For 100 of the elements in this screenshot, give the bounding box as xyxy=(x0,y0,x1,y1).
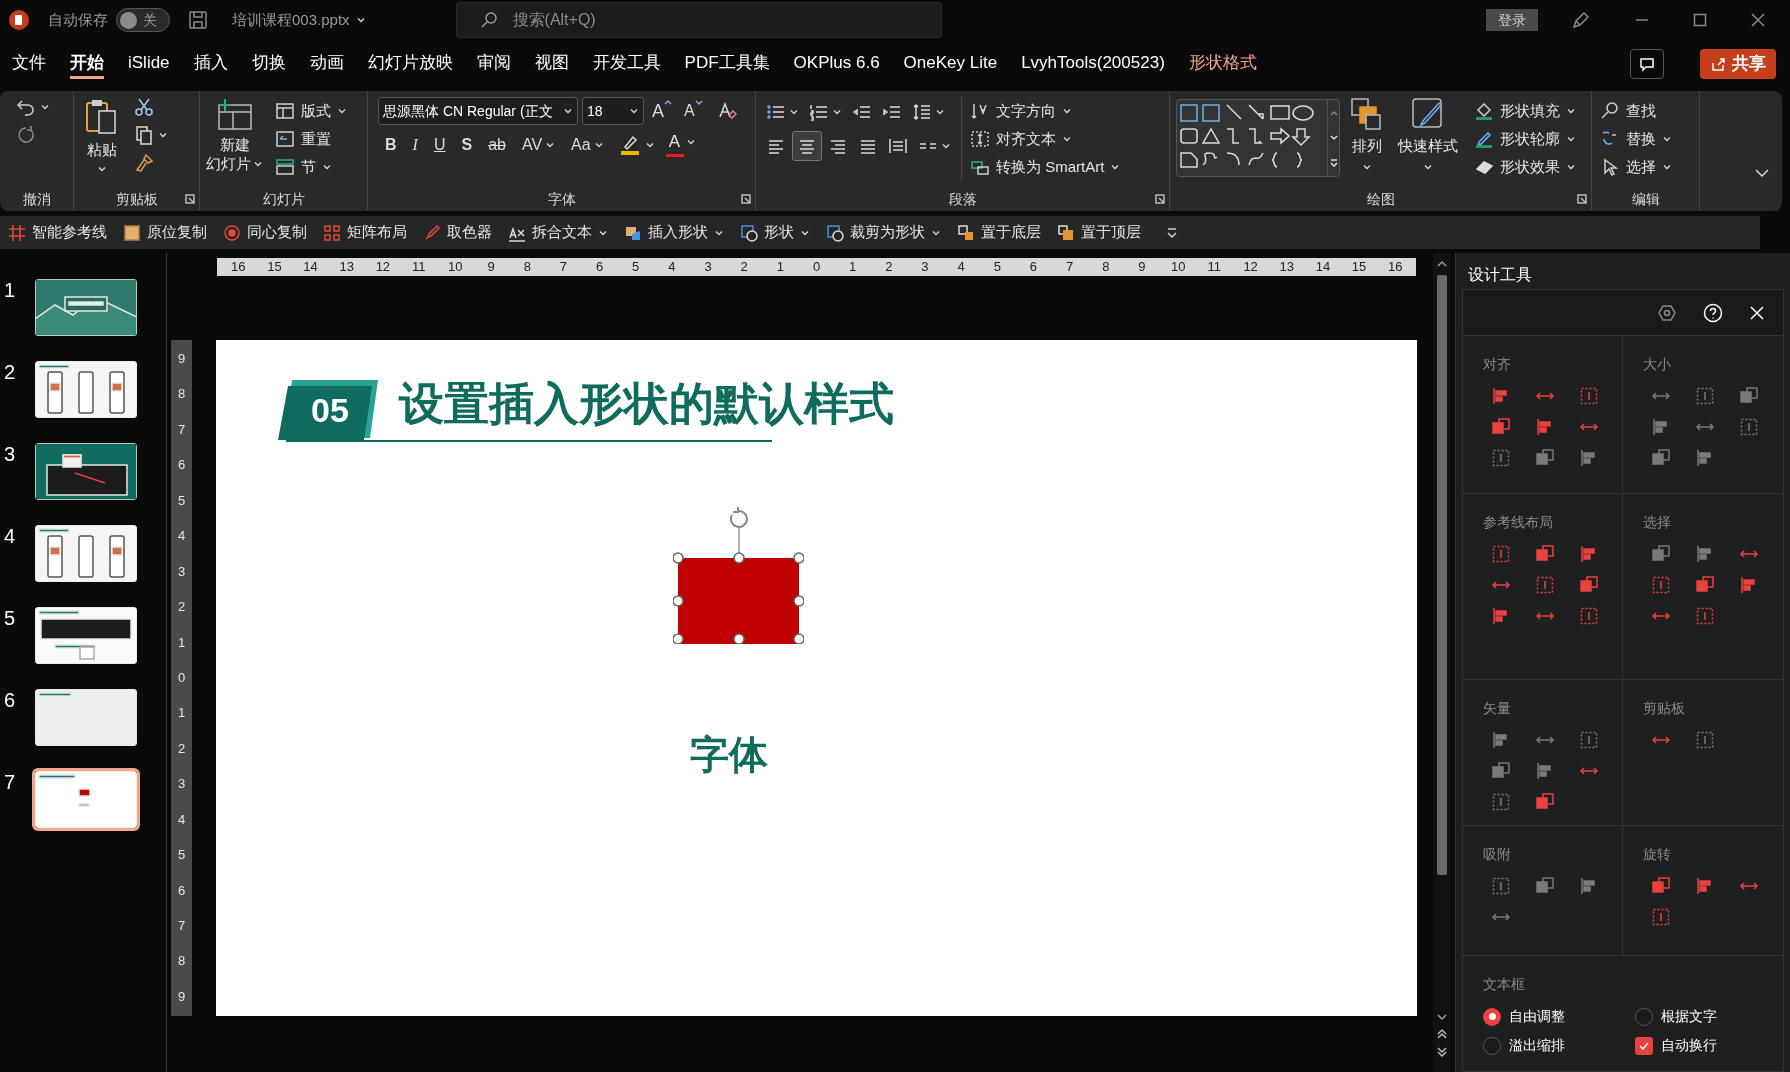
pen-outline-icon[interactable] xyxy=(1474,129,1494,149)
text-direction-button[interactable]: 文字方向 xyxy=(968,97,1123,125)
paint-bucket-icon[interactable] xyxy=(1474,101,1494,121)
arrange-icon[interactable] xyxy=(1350,97,1384,131)
dialog-launcher-icon[interactable] xyxy=(1155,194,1165,204)
toolbar-button[interactable]: 置于底层 xyxy=(957,221,1041,244)
scrollbar-thumb[interactable] xyxy=(1436,275,1447,875)
format-button[interactable]: Aa xyxy=(564,131,611,159)
squares-icon[interactable] xyxy=(1491,417,1511,437)
clear-format-icon[interactable] xyxy=(716,101,737,121)
previous-slide-icon[interactable] xyxy=(1436,1028,1447,1040)
reset-icon[interactable] xyxy=(275,129,295,149)
format-button[interactable]: ab xyxy=(481,131,513,159)
radio-button[interactable] xyxy=(1483,1007,1501,1026)
menu-tab[interactable]: 视图 xyxy=(534,49,569,79)
menu-tab[interactable]: 文件 xyxy=(12,49,46,79)
font-name-dropdown[interactable]: 思源黑体 CN Regular (正文 xyxy=(378,97,578,125)
select-button[interactable]: 选择 xyxy=(1598,153,1674,181)
menu-tab[interactable]: 形状格式 xyxy=(1188,49,1257,79)
settings-icon[interactable] xyxy=(1657,302,1677,323)
squares-icon[interactable] xyxy=(1535,792,1555,812)
target-icon[interactable] xyxy=(223,223,241,242)
save-icon[interactable] xyxy=(188,10,208,30)
dialog-launcher-icon[interactable] xyxy=(1577,194,1587,204)
crop-shape-icon[interactable] xyxy=(826,223,844,242)
align-text-icon[interactable] xyxy=(970,129,990,149)
layout-button[interactable]: 版式 xyxy=(273,97,349,125)
text-direction-icon[interactable] xyxy=(970,101,990,121)
caret-icon[interactable] xyxy=(337,106,347,116)
section-button[interactable]: 节 xyxy=(273,153,349,181)
radio-button[interactable] xyxy=(1635,1007,1653,1026)
menu-tab[interactable]: 审阅 xyxy=(476,49,511,79)
frame-icon[interactable] xyxy=(1579,606,1599,626)
file-name[interactable]: 培训课程003.pptx xyxy=(232,8,366,32)
comment-icon[interactable] xyxy=(1639,56,1655,72)
caret-icon[interactable] xyxy=(545,140,556,150)
comments-button[interactable] xyxy=(1630,49,1664,79)
format-button[interactable]: U xyxy=(426,131,453,159)
smartart-button[interactable]: 转换为 SmartArt xyxy=(968,153,1123,181)
dialog-launcher-icon[interactable] xyxy=(741,194,751,204)
caret-icon[interactable] xyxy=(1662,162,1672,172)
redo-icon[interactable] xyxy=(16,125,36,145)
maximize-icon[interactable] xyxy=(1692,12,1708,28)
brush-icon[interactable] xyxy=(1411,97,1445,131)
toolbar-button[interactable]: 形状 xyxy=(740,221,810,244)
more-icon[interactable] xyxy=(1329,159,1338,168)
replace-button[interactable]: 替换 xyxy=(1598,125,1674,153)
caret-icon[interactable] xyxy=(1566,134,1576,144)
shrink-font-button[interactable]: A xyxy=(680,99,707,123)
menu-tab[interactable]: 幻灯片放映 xyxy=(367,49,453,79)
frame-icon[interactable] xyxy=(1535,575,1555,595)
grow-font-button[interactable]: A xyxy=(648,97,676,125)
next-slide-icon[interactable] xyxy=(1436,1046,1447,1058)
format-painter-icon[interactable] xyxy=(134,153,154,173)
toolbar-button[interactable]: 智能参考线 xyxy=(8,221,107,244)
caret-icon[interactable] xyxy=(832,107,842,117)
caret-icon[interactable] xyxy=(644,140,655,150)
font-size-dropdown[interactable]: 18 xyxy=(582,97,644,125)
menu-tab[interactable]: 插入 xyxy=(193,49,228,79)
caret-down-icon[interactable] xyxy=(694,99,703,107)
caret-icon[interactable] xyxy=(322,162,332,172)
quick-styles-button[interactable]: 快速样式 xyxy=(1394,97,1462,172)
slide-thumbnail[interactable] xyxy=(32,768,140,831)
shape-circle-icon[interactable] xyxy=(740,223,758,242)
close-icon[interactable] xyxy=(1750,12,1766,28)
undo-button[interactable] xyxy=(16,97,50,117)
scroll-up-icon[interactable] xyxy=(1329,108,1338,117)
frame-icon[interactable] xyxy=(1695,606,1715,626)
menu-tab[interactable]: LvyhTools(200523) xyxy=(1021,49,1165,79)
caret-icon[interactable] xyxy=(1062,106,1072,116)
find-button[interactable]: 查找 xyxy=(1598,97,1674,125)
line-spacing-icon[interactable] xyxy=(912,102,932,122)
help-icon[interactable] xyxy=(1703,302,1723,323)
bullets-icon[interactable] xyxy=(766,102,786,122)
layout-icon[interactable] xyxy=(275,101,295,121)
toolbar-button[interactable]: 取色器 xyxy=(423,221,492,244)
share-button[interactable]: 共享 xyxy=(1700,49,1776,79)
caret-icon[interactable] xyxy=(1662,134,1672,144)
reset-button[interactable]: 重置 xyxy=(273,125,349,153)
radio-button[interactable] xyxy=(1483,1036,1501,1055)
bring-front-icon[interactable] xyxy=(1057,223,1075,242)
checkbox[interactable] xyxy=(1635,1036,1653,1055)
caret-icon[interactable] xyxy=(563,106,573,116)
undo-icon[interactable] xyxy=(16,97,36,117)
grid-squares-icon[interactable] xyxy=(323,223,341,242)
pen-icon[interactable] xyxy=(1570,9,1592,31)
autosave-toggle[interactable]: 关 xyxy=(116,8,170,32)
shape-fill-button[interactable]: 形状填充 xyxy=(1472,97,1578,125)
caret-icon[interactable] xyxy=(941,141,951,151)
toolbar-button[interactable]: 矩阵布局 xyxy=(323,221,407,244)
vertical-scrollbar[interactable] xyxy=(1433,253,1450,1072)
numbering-icon[interactable] xyxy=(809,102,829,122)
format-button[interactable]: AV xyxy=(514,131,563,159)
highlighter-icon[interactable] xyxy=(618,134,641,156)
dialog-launcher-icon[interactable] xyxy=(185,194,195,204)
selection-handles[interactable] xyxy=(673,504,804,644)
frame-icon[interactable] xyxy=(1651,907,1671,927)
toolbar-button[interactable]: 拆合文本 xyxy=(508,221,608,244)
caret-icon[interactable] xyxy=(40,102,50,112)
scissors-icon[interactable] xyxy=(134,97,154,117)
